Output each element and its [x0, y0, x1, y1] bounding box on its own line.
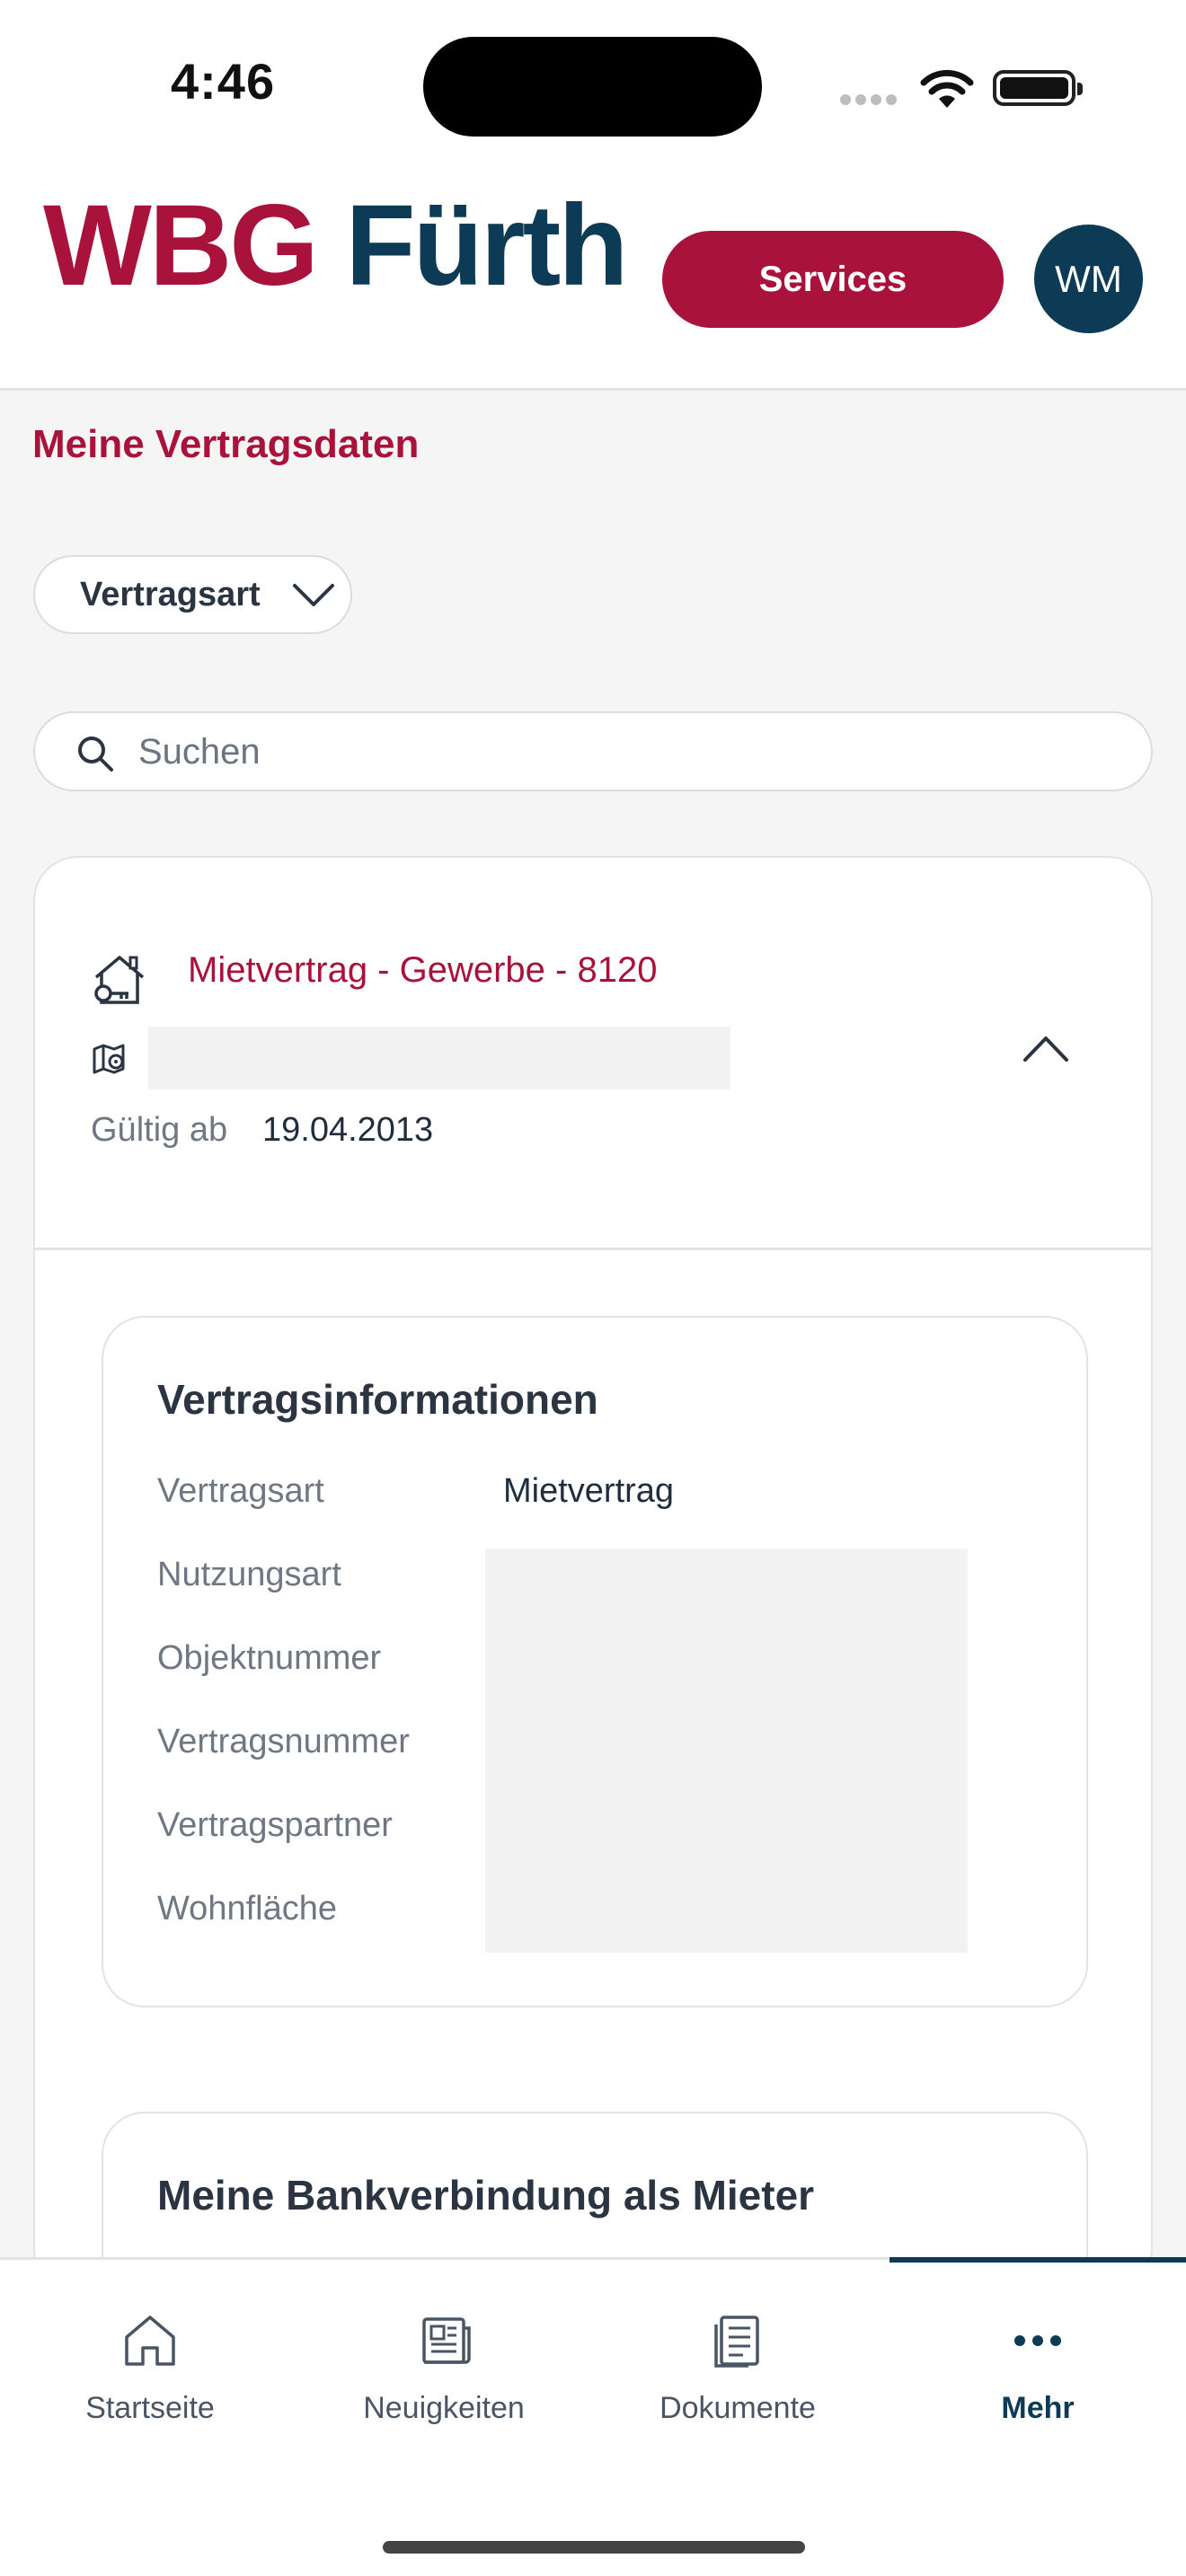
search-icon	[78, 737, 113, 772]
wbg-fuerth-logo[interactable]: WBG Fürth	[43, 189, 628, 304]
document-icon	[714, 2316, 759, 2368]
house-key-icon	[94, 956, 145, 1004]
services-button[interactable]: Services	[662, 231, 1004, 328]
valid-from-label: Gültig ab	[91, 1111, 228, 1149]
more-icon	[1014, 2335, 1061, 2346]
active-tab-indicator	[890, 2257, 1186, 2263]
cellular-signal-icon	[840, 93, 901, 110]
nav-item-dokumente[interactable]: Dokumente	[630, 2310, 845, 2426]
search-input[interactable]	[138, 726, 1037, 778]
bottom-navigation: Startseite Neuigkeiten Dokumente Mehr	[0, 2257, 1186, 2576]
home-indicator[interactable]	[383, 2541, 805, 2554]
info-label-objektnummer: Objektnummer	[157, 1639, 382, 1677]
search-field[interactable]	[33, 711, 1153, 791]
info-label-wohnflaeche: Wohnfläche	[157, 1890, 337, 1928]
redacted-contract-details	[485, 1548, 968, 1953]
info-label-vertragspartner: Vertragspartner	[157, 1806, 393, 1844]
card-divider	[35, 1248, 1151, 1250]
page-title: Meine Vertragsdaten	[32, 422, 420, 466]
filter-label: Vertragsart	[80, 575, 261, 613]
logo-fuerth-text: Fürth	[345, 181, 628, 310]
nav-label-neuigkeiten: Neuigkeiten	[363, 2391, 525, 2425]
home-icon	[125, 2316, 175, 2366]
info-label-vertragsnummer: Vertragsnummer	[157, 1723, 410, 1760]
redacted-address	[148, 1027, 730, 1090]
contract-type-filter[interactable]: Vertragsart	[33, 555, 352, 634]
nav-item-startseite[interactable]: Startseite	[42, 2310, 258, 2426]
dynamic-island	[423, 37, 762, 137]
battery-icon	[993, 70, 1083, 106]
contract-info-section: Vertragsinformationen Vertragsart Mietve…	[102, 1316, 1088, 2007]
contract-title: Mietvertrag - Gewerbe - 8120	[188, 950, 658, 990]
chevron-down-icon	[293, 584, 334, 606]
nav-label-mehr: Mehr	[1001, 2391, 1075, 2425]
info-value-vertragsart: Mietvertrag	[503, 1472, 675, 1510]
nav-label-startseite: Startseite	[85, 2391, 215, 2425]
chevron-up-icon[interactable]	[1022, 1033, 1070, 1063]
nav-item-mehr[interactable]: Mehr	[930, 2310, 1146, 2426]
newspaper-icon	[422, 2317, 471, 2364]
info-label-nutzungsart: Nutzungsart	[157, 1556, 341, 1593]
valid-from-value: 19.04.2013	[262, 1111, 434, 1149]
logo-wbg-text: WBG	[43, 181, 319, 310]
wifi-icon	[920, 68, 974, 114]
map-location-icon	[93, 1044, 125, 1074]
contract-card: Mietvertrag - Gewerbe - 8120 Gültig ab 1…	[33, 856, 1153, 2293]
bank-details-title: Meine Bankverbindung als Mieter	[157, 2172, 815, 2219]
nav-label-dokumente: Dokumente	[659, 2391, 816, 2425]
user-avatar[interactable]: WM	[1034, 225, 1143, 333]
contract-info-title: Vertragsinformationen	[157, 1376, 598, 1423]
nav-item-neuigkeiten[interactable]: Neuigkeiten	[336, 2310, 552, 2426]
info-label-vertragsart: Vertragsart	[157, 1472, 324, 1510]
status-time: 4:46	[171, 53, 276, 110]
